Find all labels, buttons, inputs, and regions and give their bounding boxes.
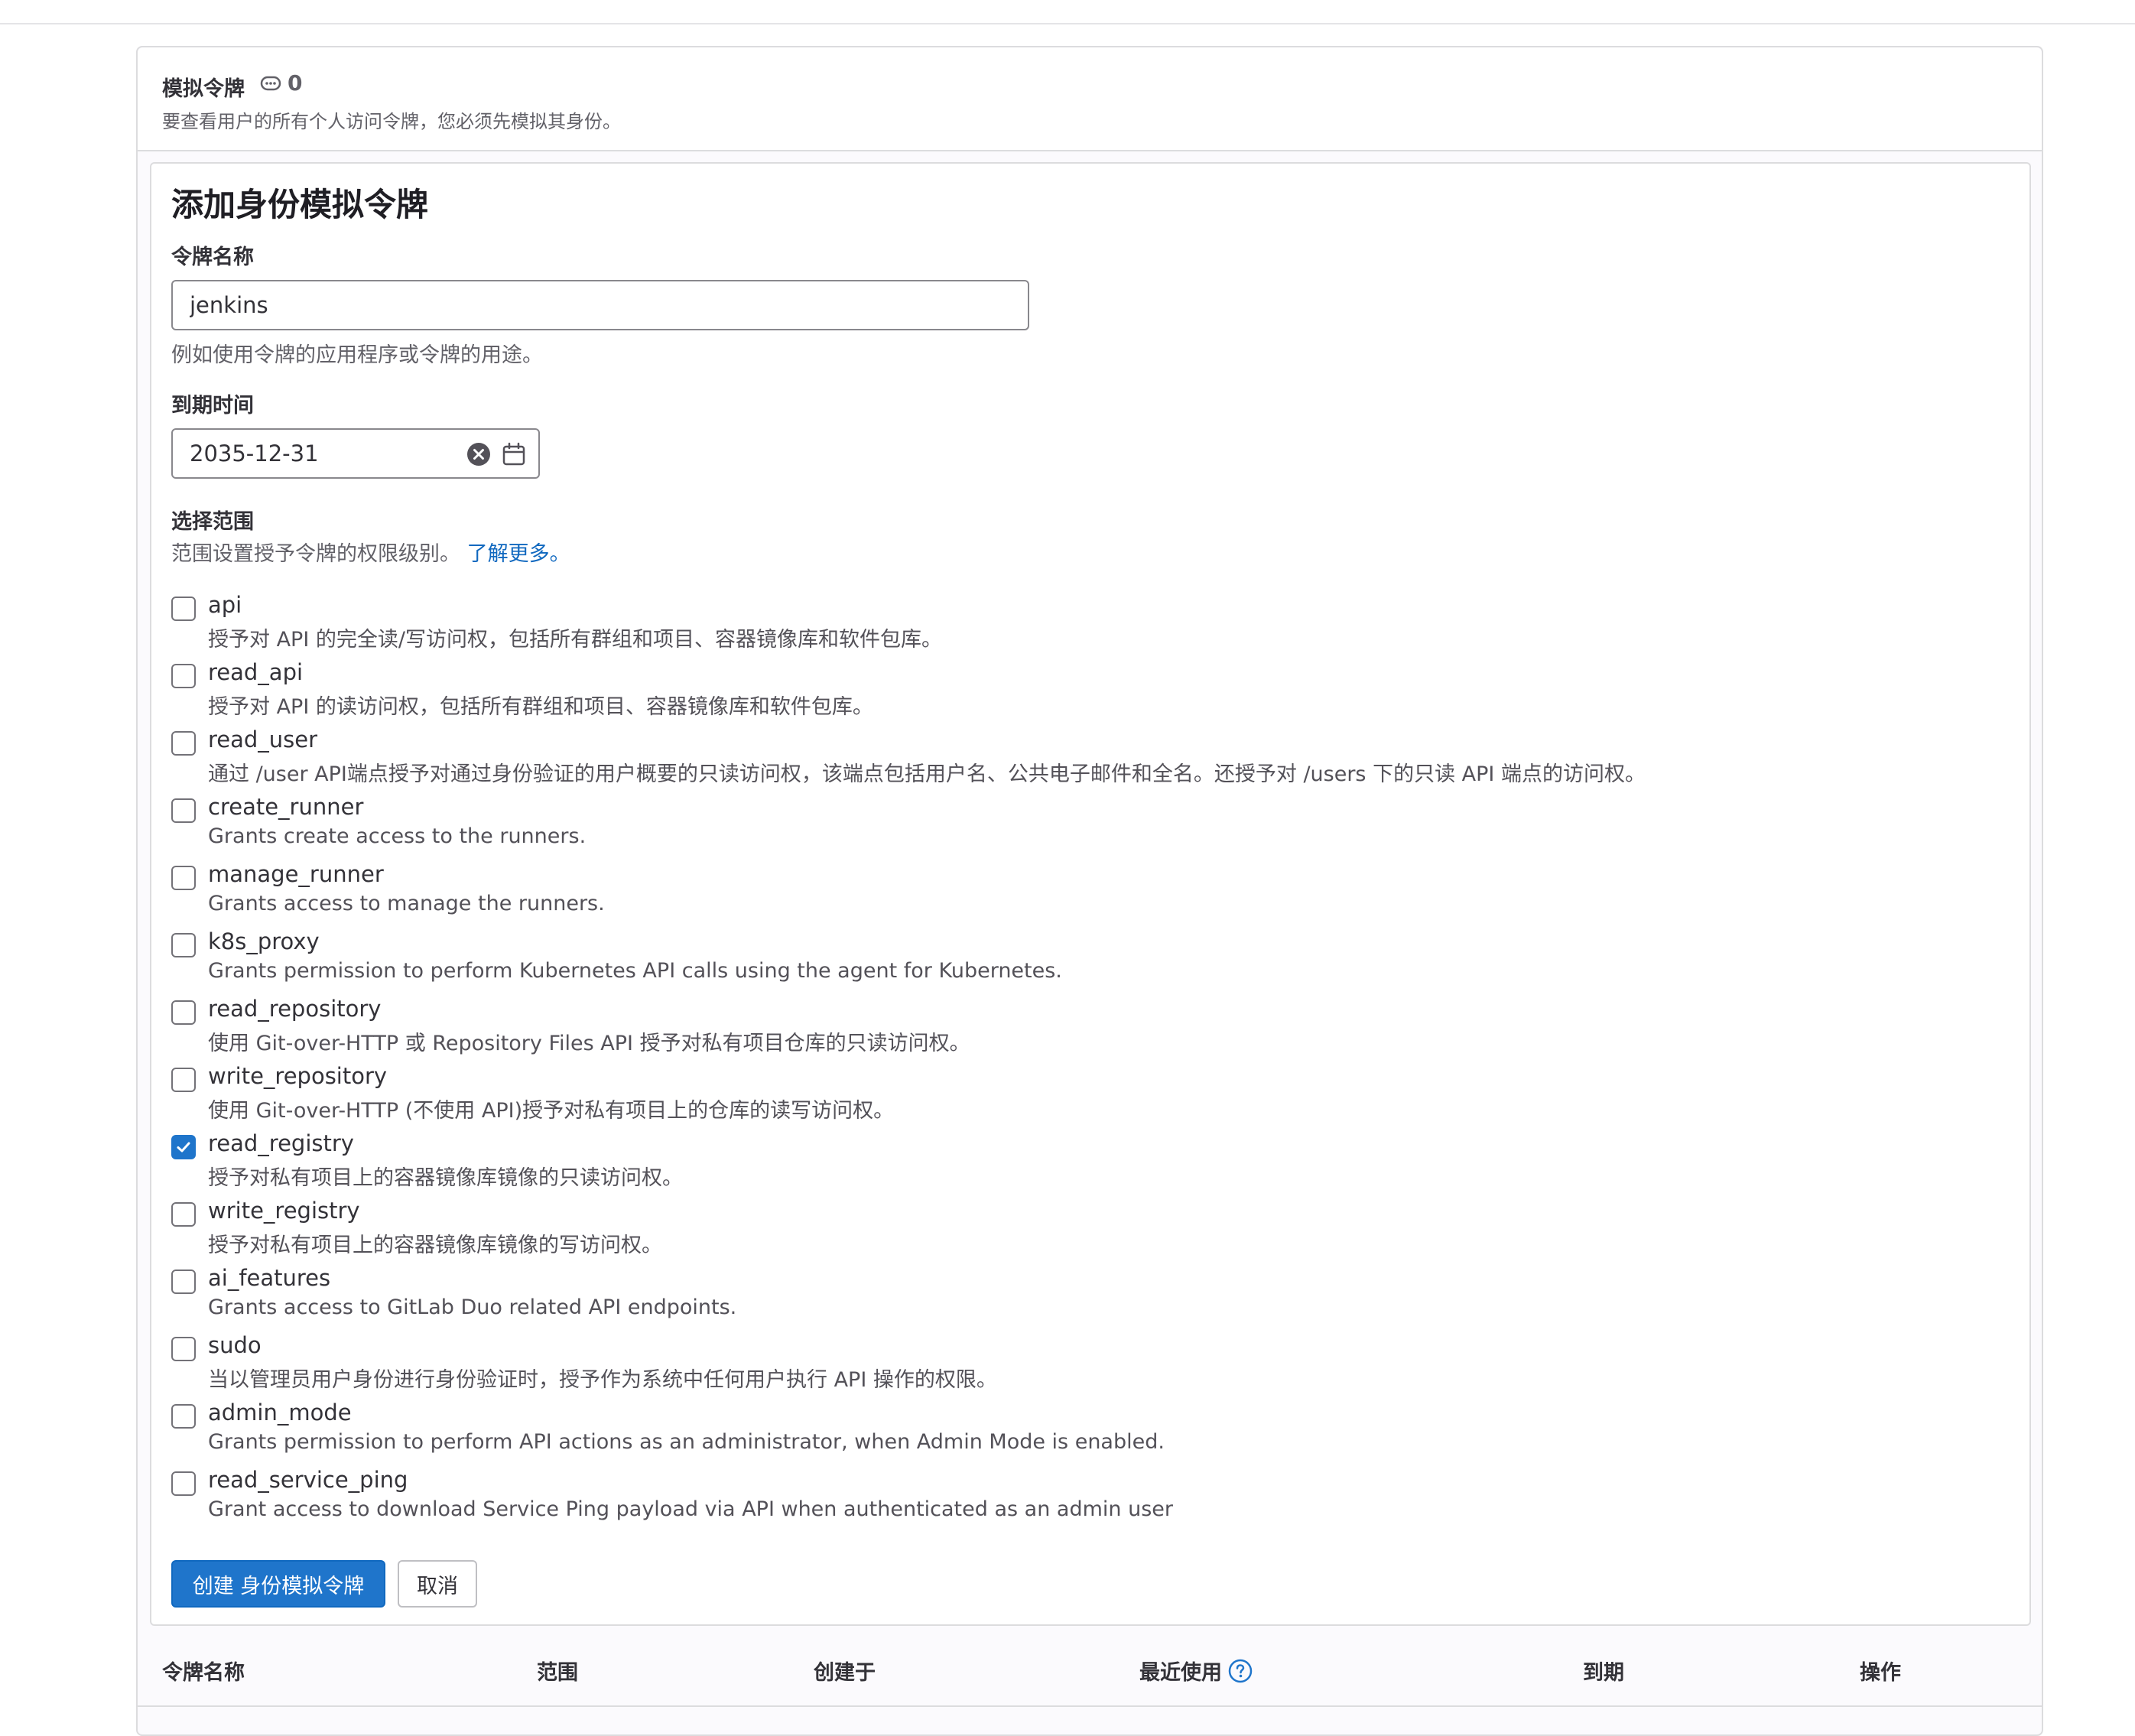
scope-description: 使用 Git-over-HTTP (不使用 API)授予对私有项目上的仓库的读写… bbox=[208, 1099, 895, 1123]
column-header-last-used: 最近使用 bbox=[1139, 1656, 1253, 1686]
column-header-created-label: 创建于 bbox=[814, 1661, 876, 1685]
scope-description: Grant access to download Service Ping pa… bbox=[208, 1497, 1173, 1521]
column-header-expires: 到期 bbox=[1583, 1656, 1624, 1686]
column-header-scopes: 范围 bbox=[537, 1656, 578, 1686]
clear-icon[interactable] bbox=[466, 442, 491, 467]
scope-description: Grants access to GitLab Duo related API … bbox=[208, 1295, 737, 1319]
scope-checkbox-api[interactable] bbox=[171, 597, 196, 621]
token-name-input[interactable] bbox=[171, 280, 1029, 330]
column-header-token-name: 令牌名称 bbox=[162, 1656, 245, 1686]
scope-api: api 授予对 API 的完全读/写访问权，包括所有群组和项目、容器镜像库和软件包… bbox=[171, 592, 1930, 653]
scope-description: 授予对 API 的读访问权，包括所有群组和项目、容器镜像库和软件包库。 bbox=[208, 695, 873, 719]
scope-description: 使用 Git-over-HTTP 或 Repository Files API … bbox=[208, 1032, 970, 1055]
scopes-label: 选择范围 bbox=[171, 510, 254, 534]
column-header-created: 创建于 bbox=[814, 1656, 876, 1686]
column-header-scopes-label: 范围 bbox=[537, 1661, 578, 1685]
card-header: 模拟令牌 0 要查看用户的所有个人访问令牌，您必须先模拟其身份。 bbox=[138, 47, 2042, 151]
check-icon bbox=[177, 1142, 190, 1152]
scope-name[interactable]: ai_features bbox=[208, 1265, 330, 1291]
scope-read-registry: read_registry 授予对私有项目上的容器镜像库镜像的只读访问权。 bbox=[171, 1130, 1930, 1191]
expiry-label: 到期时间 bbox=[171, 394, 254, 418]
scope-name[interactable]: manage_runner bbox=[208, 861, 384, 887]
scope-description: 授予对 API 的完全读/写访问权，包括所有群组和项目、容器镜像库和软件包库。 bbox=[208, 628, 942, 652]
scope-checkbox-create-runner[interactable] bbox=[171, 798, 196, 823]
scope-name[interactable]: admin_mode bbox=[208, 1400, 352, 1426]
scope-manage-runner: manage_runner Grants access to manage the… bbox=[171, 861, 1930, 922]
scope-sudo: sudo 当以管理员用户身份进行身份验证时，授予作为系统中任何用户执行 API 操… bbox=[171, 1332, 1930, 1393]
create-token-button[interactable]: 创建 身份模拟令牌 bbox=[171, 1560, 385, 1608]
card-title: 模拟令牌 bbox=[162, 77, 245, 101]
scope-k8s-proxy: k8s_proxy Grants permission to perform Ku… bbox=[171, 928, 1930, 990]
scope-read-user: read_user 通过 /user API端点授予对通过身份验证的用户概要的只读… bbox=[171, 727, 1930, 788]
scope-description: Grants create access to the runners. bbox=[208, 824, 587, 848]
scope-checkbox-ai-features[interactable] bbox=[171, 1269, 196, 1294]
scope-checkbox-write-repository[interactable] bbox=[171, 1068, 196, 1092]
token-count-badge: 0 bbox=[260, 70, 302, 96]
token-count: 0 bbox=[288, 70, 303, 96]
top-divider bbox=[0, 23, 2135, 24]
scope-read-repository: read_repository 使用 Git-over-HTTP 或 Reposi… bbox=[171, 996, 1930, 1057]
scope-name[interactable]: read_user bbox=[208, 727, 317, 753]
scope-checkbox-read-repository[interactable] bbox=[171, 1000, 196, 1025]
scope-name[interactable]: read_repository bbox=[208, 996, 381, 1022]
add-token-form: 添加身份模拟令牌 令牌名称 例如使用令牌的应用程序或令牌的用途。 到期时间 选择… bbox=[150, 162, 2031, 1626]
scopes-help-text: 范围设置授予令牌的权限级别。 bbox=[171, 542, 460, 566]
token-name-label: 令牌名称 bbox=[171, 245, 254, 269]
scope-name[interactable]: read_registry bbox=[208, 1130, 354, 1156]
scope-checkbox-read-api[interactable] bbox=[171, 664, 196, 688]
column-header-actions: 操作 bbox=[1860, 1656, 1901, 1686]
column-header-actions-label: 操作 bbox=[1860, 1661, 1901, 1685]
scope-name[interactable]: write_repository bbox=[208, 1063, 387, 1089]
scope-description: 授予对私有项目上的容器镜像库镜像的写访问权。 bbox=[208, 1234, 662, 1257]
scopes-help: 范围设置授予令牌的权限级别。 了解更多。 bbox=[171, 537, 570, 567]
scope-checkbox-write-registry[interactable] bbox=[171, 1202, 196, 1227]
card-description: 要查看用户的所有个人访问令牌，您必须先模拟其身份。 bbox=[162, 111, 621, 132]
token-name-help: 例如使用令牌的应用程序或令牌的用途。 bbox=[171, 343, 543, 367]
scope-description: 通过 /user API端点授予对通过身份验证的用户概要的只读访问权，该端点包括… bbox=[208, 762, 1646, 786]
scope-checkbox-read-user[interactable] bbox=[171, 731, 196, 756]
scope-description: Grants access to manage the runners. bbox=[208, 892, 605, 915]
scope-description: Grants permission to perform API actions… bbox=[208, 1430, 1165, 1454]
scope-name[interactable]: write_registry bbox=[208, 1198, 360, 1224]
scope-name[interactable]: sudo bbox=[208, 1332, 262, 1358]
scope-checkbox-admin-mode[interactable] bbox=[171, 1404, 196, 1429]
token-icon bbox=[260, 76, 281, 90]
column-header-token-name-label: 令牌名称 bbox=[162, 1661, 245, 1685]
scope-checkbox-read-service-ping[interactable] bbox=[171, 1471, 196, 1496]
expiry-date-field bbox=[171, 428, 540, 479]
expiry-date-input[interactable] bbox=[173, 430, 482, 477]
help-icon[interactable] bbox=[1228, 1659, 1253, 1683]
calendar-icon[interactable] bbox=[502, 442, 526, 467]
scope-admin-mode: admin_mode Grants permission to perform A… bbox=[171, 1400, 1930, 1461]
column-header-last-used-label: 最近使用 bbox=[1139, 1661, 1222, 1685]
scope-ai-features: ai_features Grants access to GitLab Duo r… bbox=[171, 1265, 1930, 1326]
scope-description: 当以管理员用户身份进行身份验证时，授予作为系统中任何用户执行 API 操作的权限… bbox=[208, 1368, 997, 1392]
scope-write-repository: write_repository 使用 Git-over-HTTP (不使用 AP… bbox=[171, 1063, 1930, 1124]
scope-name[interactable]: k8s_proxy bbox=[208, 928, 320, 954]
table-header-divider bbox=[136, 1705, 2043, 1707]
scope-name[interactable]: create_runner bbox=[208, 794, 363, 820]
scope-checkbox-k8s-proxy[interactable] bbox=[171, 933, 196, 957]
scope-checkbox-read-registry[interactable] bbox=[171, 1135, 196, 1159]
cancel-button[interactable]: 取消 bbox=[398, 1560, 477, 1608]
scope-checkbox-manage-runner[interactable] bbox=[171, 866, 196, 890]
learn-more-link[interactable]: 了解更多。 bbox=[467, 542, 570, 566]
scope-name[interactable]: read_service_ping bbox=[208, 1467, 408, 1493]
scope-create-runner: create_runner Grants create access to the… bbox=[171, 794, 1930, 855]
scope-read-service-ping: read_service_ping Grant access to downloa… bbox=[171, 1467, 1930, 1528]
scope-description: 授予对私有项目上的容器镜像库镜像的只读访问权。 bbox=[208, 1166, 683, 1190]
scope-name[interactable]: api bbox=[208, 592, 242, 618]
scope-read-api: read_api 授予对 API 的读访问权，包括所有群组和项目、容器镜像库和软件… bbox=[171, 659, 1930, 720]
scope-description: Grants permission to perform Kubernetes … bbox=[208, 959, 1062, 983]
column-header-expires-label: 到期 bbox=[1583, 1661, 1624, 1685]
scope-write-registry: write_registry 授予对私有项目上的容器镜像库镜像的写访问权。 bbox=[171, 1198, 1930, 1259]
form-title: 添加身份模拟令牌 bbox=[171, 186, 429, 223]
scope-checkbox-sudo[interactable] bbox=[171, 1337, 196, 1361]
scope-name[interactable]: read_api bbox=[208, 659, 303, 685]
